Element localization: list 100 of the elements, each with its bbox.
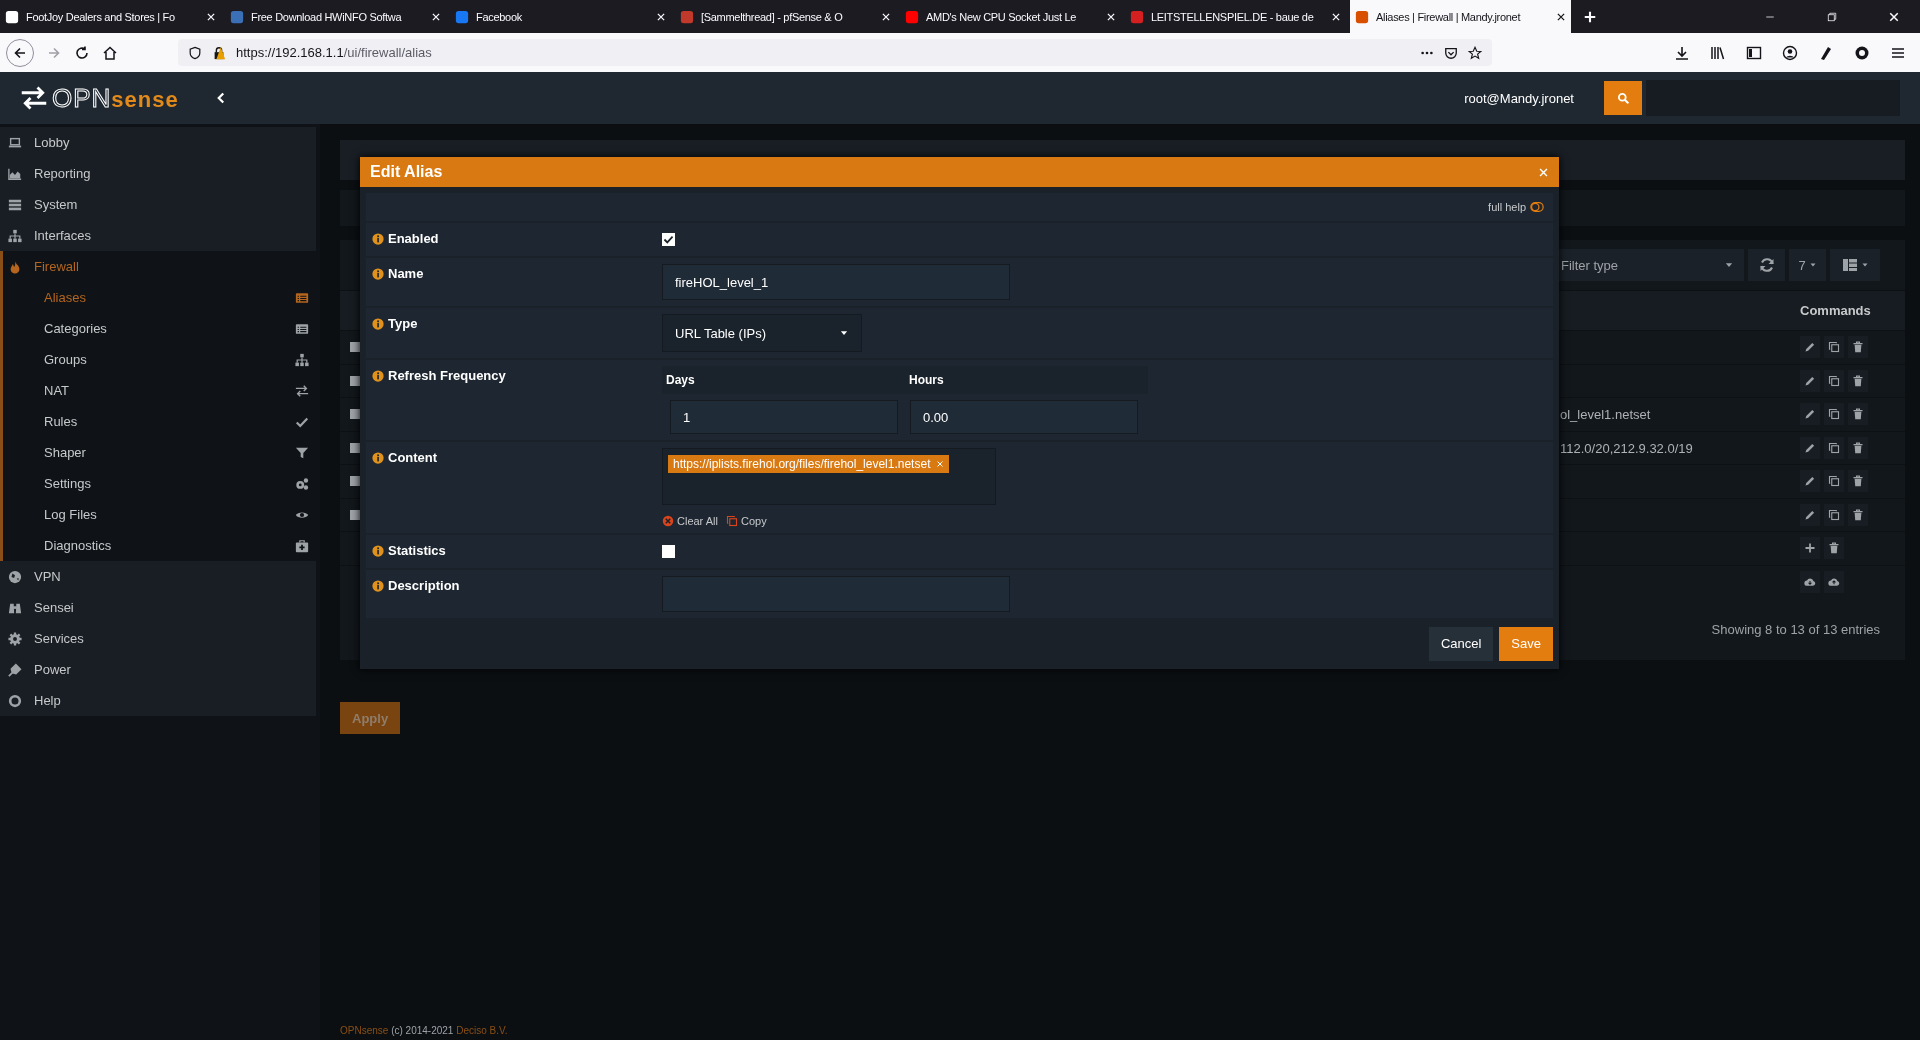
page-size-dropdown[interactable]: 7	[1789, 249, 1826, 281]
checkbox[interactable]	[662, 545, 675, 558]
browser-tab[interactable]: Facebook	[450, 0, 671, 33]
info-icon[interactable]	[372, 268, 384, 280]
bookmark-star-icon[interactable]	[1468, 45, 1482, 60]
columns-dropdown[interactable]	[1830, 249, 1880, 281]
browser-tab[interactable]: FootJoy Dealers and Stores | Fo	[0, 0, 221, 33]
collapse-icon[interactable]	[215, 90, 227, 106]
delete-button[interactable]	[1848, 503, 1868, 526]
delete-button[interactable]	[1848, 470, 1868, 493]
extension-icon[interactable]	[1818, 44, 1834, 61]
cloud-upload-button[interactable]	[1824, 570, 1844, 593]
checkbox[interactable]	[662, 233, 675, 246]
delete-button[interactable]	[1848, 336, 1868, 359]
copy-button[interactable]	[1824, 369, 1844, 392]
sidebar-icon[interactable]	[1746, 44, 1762, 61]
new-tab-icon[interactable]	[1583, 9, 1597, 24]
cancel-button[interactable]: Cancel	[1428, 626, 1494, 661]
info-icon[interactable]	[372, 452, 384, 464]
delete-button[interactable]	[1848, 436, 1868, 459]
add-button[interactable]	[1800, 537, 1820, 560]
download-icon[interactable]	[1674, 44, 1690, 61]
sidebar-item[interactable]: Help	[0, 685, 316, 716]
full-help-toggle[interactable]: full help	[1488, 200, 1545, 214]
filter-dropdown[interactable]: Filter type	[1559, 249, 1744, 281]
library-icon[interactable]	[1710, 44, 1726, 61]
row-checkbox[interactable]	[350, 442, 360, 453]
cloud-download-button[interactable]	[1800, 570, 1820, 593]
days-field[interactable]: 1	[670, 400, 898, 434]
info-icon[interactable]	[372, 370, 384, 382]
site-icon	[905, 9, 919, 24]
delete-button[interactable]	[1848, 403, 1868, 426]
clear-all-link[interactable]: Clear All	[662, 515, 718, 527]
home-icon[interactable]	[102, 44, 118, 61]
table-cell: ol_level1.netset	[1560, 407, 1651, 423]
submenu-item[interactable]: Shaper	[3, 437, 317, 468]
info-icon[interactable]	[372, 318, 384, 330]
close-icon[interactable]	[1888, 10, 1900, 23]
copy-button[interactable]	[1824, 503, 1844, 526]
submenu-item[interactable]: Groups	[3, 344, 317, 375]
delete-button[interactable]	[1824, 537, 1844, 560]
edit-button[interactable]	[1800, 503, 1820, 526]
remove-tag-icon[interactable]	[936, 460, 945, 468]
info-icon[interactable]	[372, 580, 384, 592]
browser-tab[interactable]: Aliases | Firewall | Mandy.jronet	[1350, 0, 1571, 33]
row-checkbox[interactable]	[350, 375, 360, 386]
sidebar-item[interactable]: Power	[0, 654, 316, 685]
submenu-item[interactable]: Log Files	[3, 499, 317, 530]
sidebar-item[interactable]: System	[0, 189, 316, 220]
user-name[interactable]: root@Mandy.jronet	[1464, 90, 1574, 106]
close-icon[interactable]	[1556, 11, 1566, 22]
submenu-item[interactable]: Settings	[3, 468, 317, 499]
submenu-item[interactable]: Rules	[3, 406, 317, 437]
edit-button[interactable]	[1800, 470, 1820, 493]
edit-button[interactable]	[1800, 336, 1820, 359]
copy-button[interactable]	[1824, 470, 1844, 493]
browser-tab[interactable]: [Sammelthread] - pfSense & O	[675, 0, 896, 33]
site-icon	[680, 9, 694, 24]
submenu-item[interactable]: Categories	[3, 313, 317, 344]
reload-icon[interactable]	[74, 44, 90, 61]
row-checkbox[interactable]	[350, 509, 360, 520]
browser-tab[interactable]: AMD's New CPU Socket Just Le	[900, 0, 1121, 33]
submenu-icon	[295, 476, 309, 491]
copy-link[interactable]: Copy	[725, 515, 767, 527]
edit-button[interactable]	[1800, 436, 1820, 459]
text-field[interactable]: fireHOL_level_1	[662, 264, 1010, 300]
sidebar-item[interactable]: Sensei	[0, 592, 316, 623]
copy-button[interactable]	[1824, 403, 1844, 426]
copy-button[interactable]	[1824, 436, 1844, 459]
restore-icon[interactable]	[1826, 10, 1838, 23]
sidebar-item[interactable]: Interfaces	[0, 220, 316, 251]
info-icon[interactable]	[372, 233, 384, 245]
submenu-item[interactable]: Aliases	[3, 282, 317, 313]
edit-button[interactable]	[1800, 369, 1820, 392]
sidebar-item[interactable]: Services	[0, 623, 316, 654]
site-icon	[1355, 9, 1369, 24]
submenu-item[interactable]: Diagnostics	[3, 530, 317, 561]
copy-button[interactable]	[1824, 336, 1844, 359]
sidebar-item[interactable]: VPN	[0, 561, 316, 592]
account-icon[interactable]	[1782, 44, 1798, 61]
submenu-item[interactable]: NAT	[3, 375, 317, 406]
info-icon[interactable]	[372, 545, 384, 557]
search-button[interactable]	[1604, 81, 1642, 115]
sidebar-item[interactable]: Reporting	[0, 158, 316, 189]
row-checkbox[interactable]	[350, 409, 360, 420]
extension-icon[interactable]	[1854, 44, 1870, 61]
menu-item-icon	[8, 569, 22, 584]
pocket-icon[interactable]	[1444, 45, 1458, 60]
delete-icon	[1852, 408, 1864, 421]
hours-field[interactable]: 0.00	[910, 400, 1138, 434]
refresh-button[interactable]	[1748, 249, 1785, 281]
row-checkbox[interactable]	[350, 342, 360, 353]
type-dropdown[interactable]: URL Table (IPs)	[662, 314, 862, 352]
browser-tab[interactable]: Free Download HWiNFO Softwa	[225, 0, 446, 33]
sidebar-item[interactable]: Lobby	[0, 127, 316, 158]
address-bar[interactable]: https://192.168.1.1/ui/firewall/alias	[178, 39, 1492, 66]
browser-tab[interactable]: LEITSTELLENSPIEL.DE - baue de	[1125, 0, 1346, 33]
delete-button[interactable]	[1848, 369, 1868, 392]
edit-button[interactable]	[1800, 403, 1820, 426]
row-checkbox[interactable]	[350, 476, 360, 487]
